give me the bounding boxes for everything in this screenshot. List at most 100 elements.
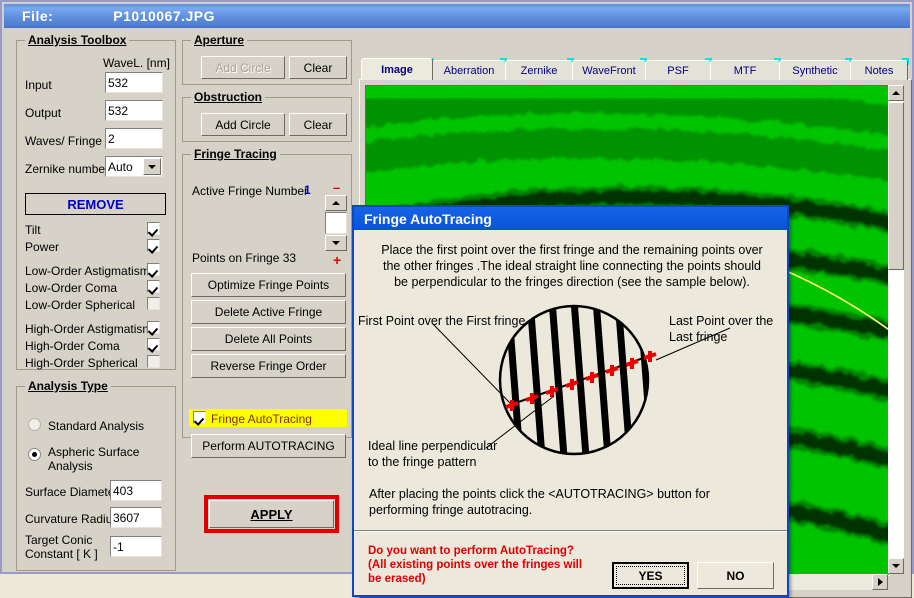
spinner-down-button[interactable] <box>325 235 347 251</box>
tab-label: Zernike <box>520 64 558 77</box>
remove-label: REMOVE <box>67 196 124 212</box>
term-label: High-Order Astigmatism <box>25 322 153 336</box>
output-wavelength-field[interactable] <box>105 100 163 121</box>
vertical-scroll-thumb[interactable] <box>888 102 904 270</box>
dialog-no-label: NO <box>726 568 745 583</box>
delete-active-fringe-button[interactable]: Delete Active Fringe <box>191 300 346 324</box>
active-fringe-number-value: 1 <box>304 183 311 197</box>
term-label: Low-Order Astigmatism <box>25 264 150 278</box>
tab-mtf[interactable]: MTF <box>710 60 780 80</box>
dialog-yes-button[interactable]: YES <box>612 562 689 589</box>
term-checkbox[interactable] <box>147 239 160 252</box>
term-checkbox[interactable] <box>147 321 160 334</box>
input-wavelength-field[interactable] <box>105 72 163 93</box>
annotation-ideal-line2: to the fringe pattern <box>368 455 477 469</box>
delete-all-points-button[interactable]: Delete All Points <box>191 327 346 351</box>
remove-button[interactable]: REMOVE <box>25 193 166 215</box>
term-checkbox[interactable] <box>147 222 160 235</box>
term-label: Power <box>25 240 60 254</box>
fringe-autotracing-checkbox[interactable] <box>193 411 206 424</box>
obstruction-add-circle-button[interactable]: Add Circle <box>201 113 285 136</box>
target-conic-field[interactable] <box>110 536 162 557</box>
perform-autotracing-button[interactable]: Perform AUTOTRACING <box>191 434 346 458</box>
image-vertical-scrollbar[interactable] <box>888 85 904 574</box>
wavelength-header: WaveL. [nm] <box>103 56 170 70</box>
tab-zernike[interactable]: Zernike <box>505 60 573 80</box>
output-label: Output <box>25 106 62 120</box>
aspheric-analysis-label-line1: Aspheric Surface <box>48 445 140 459</box>
dialog-title-bar: Fringe AutoTracing <box>354 207 787 230</box>
aspheric-analysis-label-line2: Analysis <box>48 459 93 473</box>
dialog-p1-line2: the other fringes .The ideal straight li… <box>382 259 761 273</box>
tab-synthetic[interactable]: Synthetic <box>779 60 851 80</box>
zernike-number-label: Zernike number <box>25 162 110 176</box>
zernike-number-select[interactable]: Auto <box>105 156 163 177</box>
annotation-first-point: First Point over the First fringe <box>358 314 526 328</box>
tab-strip: Image Aberration Zernike WaveFront PSF MTF Syn… <box>359 58 912 80</box>
tab-wavefront[interactable]: WaveFront <box>572 60 646 80</box>
dialog-question-line2: (All existing points over the fringes wi… <box>368 559 583 571</box>
title-bar: File: P1010067.JPG <box>4 4 910 28</box>
dialog-question-line1: Do you want to perform AutoTracing? <box>368 545 574 557</box>
tab-aberration[interactable]: Aberration <box>432 60 506 80</box>
aperture-title: Aperture <box>191 33 248 47</box>
scroll-right-button[interactable] <box>872 574 888 590</box>
term-checkbox[interactable] <box>147 355 160 368</box>
client-area: Analysis Toolbox WaveL. [nm] Input Outpu… <box>4 28 912 598</box>
obstruction-add-circle-label: Add Circle <box>215 117 271 132</box>
dialog-paragraph-1: Place the first point over the first fri… <box>366 242 778 290</box>
leader-first-point <box>432 323 511 404</box>
tab-psf[interactable]: PSF <box>645 60 711 80</box>
file-label: File: <box>22 8 54 24</box>
aspheric-analysis-radio[interactable] <box>28 448 41 461</box>
curvature-radius-field[interactable] <box>110 507 162 528</box>
chevron-down-icon[interactable] <box>143 158 161 175</box>
term-label: Low-Order Spherical <box>25 298 136 312</box>
dialog-p1-line1: Place the first point over the first fri… <box>381 243 763 257</box>
aperture-clear-button[interactable]: Clear <box>289 56 347 79</box>
tab-image[interactable]: Image <box>361 58 433 80</box>
standard-analysis-radio[interactable] <box>28 418 41 431</box>
surface-diameter-field[interactable] <box>110 480 162 501</box>
dialog-yes-label: YES <box>638 568 663 583</box>
waves-per-fringe-field[interactable] <box>105 128 163 149</box>
annotation-last-point-line1: Last Point over the <box>669 314 774 328</box>
dialog-paragraph-2: After placing the points click the <AUTO… <box>369 486 779 518</box>
dialog-p1-line3: be perpendicular to the fringes directio… <box>394 275 750 289</box>
dialog-no-button[interactable]: NO <box>697 562 774 589</box>
surface-diameter-label: Surface Diameter <box>25 485 119 499</box>
curvature-radius-label: Curvature Radius <box>25 512 119 526</box>
tab-label: WaveFront <box>582 64 636 77</box>
zernike-number-value: Auto <box>108 159 133 174</box>
dialog-title: Fringe AutoTracing <box>364 210 492 227</box>
annotation-last-point-line2: Last fringe <box>669 330 728 344</box>
term-checkbox[interactable] <box>147 338 160 351</box>
dialog-body: Place the first point over the first fri… <box>354 230 787 595</box>
tab-label: PSF <box>667 64 689 77</box>
term-label: Tilt <box>25 223 41 237</box>
reverse-fringe-order-button[interactable]: Reverse Fringe Order <box>191 354 346 378</box>
spinner-value-field[interactable] <box>325 212 347 234</box>
perform-autotracing-label: Perform AUTOTRACING <box>202 439 335 453</box>
reverse-fringe-order-label: Reverse Fringe Order <box>210 359 327 373</box>
scroll-up-button[interactable] <box>888 85 904 101</box>
aperture-add-circle-label: Add Circle <box>215 60 271 75</box>
term-checkbox[interactable] <box>147 263 160 276</box>
obstruction-title: Obstruction <box>191 90 265 104</box>
input-label: Input <box>25 78 52 92</box>
application-window: File: P1010067.JPG Analysis Toolbox Wave… <box>0 0 914 598</box>
active-fringe-number-label: Active Fringe Number <box>192 184 309 198</box>
apply-button[interactable]: APPLY <box>209 500 334 528</box>
spinner-up-button[interactable] <box>325 195 347 211</box>
obstruction-clear-button[interactable]: Clear <box>289 113 347 136</box>
aperture-add-circle-button[interactable]: Add Circle <box>201 56 285 79</box>
tab-notes[interactable]: Notes <box>850 60 908 80</box>
term-checkbox[interactable] <box>147 280 160 293</box>
term-label: High-Order Spherical <box>25 356 138 370</box>
spinner-minus-icon: – <box>333 180 341 195</box>
target-conic-label-line2: Constant [ K ] <box>25 547 98 561</box>
optimize-fringe-points-label: Optimize Fringe Points <box>207 278 330 292</box>
scroll-down-button[interactable] <box>888 558 904 574</box>
optimize-fringe-points-button[interactable]: Optimize Fringe Points <box>191 273 346 297</box>
term-checkbox[interactable] <box>147 297 160 310</box>
